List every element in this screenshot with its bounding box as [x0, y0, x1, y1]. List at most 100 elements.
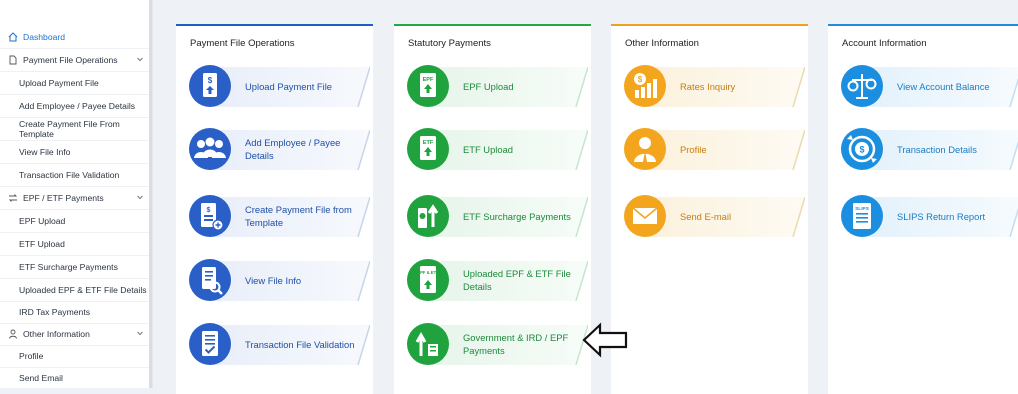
sidebar-item-upload-payment-file[interactable]: Upload Payment File — [0, 72, 152, 94]
sidebar-item-label: Transaction File Validation — [19, 170, 120, 180]
tile-send-email[interactable]: Send E-mail — [623, 194, 807, 238]
tile-label: View Account Balance — [897, 80, 990, 92]
sidebar-item-label: Add Employee / Payee Details — [19, 101, 136, 111]
sidebar-item-label: Create Payment File From Template — [19, 119, 120, 139]
profile-icon — [623, 127, 667, 171]
sidebar-scrollbar[interactable] — [149, 0, 152, 388]
sidebar-item-label: Other Information — [23, 329, 90, 339]
sidebar-item-transaction-file-validation[interactable]: Transaction File Validation — [0, 164, 152, 186]
sidebar: Dashboard Payment File Operations Upload… — [0, 0, 153, 388]
icon-badge-text: EPF — [423, 77, 434, 83]
tile-profile[interactable]: Profile — [623, 127, 807, 171]
sidebar-item-view-file-info[interactable]: View File Info — [0, 141, 152, 163]
tile-label: Uploaded EPF & ETF File Details — [463, 268, 571, 292]
etf-upload-icon: ETF — [406, 127, 450, 171]
tile-view-file-info[interactable]: View File Info — [188, 258, 372, 302]
balance-scale-icon — [840, 64, 884, 108]
transfer-icon — [8, 194, 18, 202]
sidebar-item-label: Profile — [19, 351, 44, 361]
report-icon: SLIPS — [840, 194, 884, 238]
sidebar-item-etf-surcharge-payments[interactable]: ETF Surcharge Payments — [0, 256, 152, 278]
sidebar-item-label: Dashboard — [23, 32, 66, 42]
sidebar-item-dashboard[interactable]: Dashboard — [0, 26, 152, 48]
validation-icon — [188, 322, 232, 366]
tile-label: Transaction Details — [897, 143, 977, 155]
sidebar-item-create-payment-file[interactable]: Create Payment File From Template — [0, 118, 152, 140]
tile-label: Create Payment File from Template — [245, 204, 352, 228]
tile-add-employee-payee-details[interactable]: Add Employee / Payee Details — [188, 127, 372, 171]
people-group-icon — [188, 127, 232, 171]
home-icon — [8, 32, 18, 42]
sidebar-section-other-information[interactable]: Other Information — [0, 323, 152, 345]
sidebar-item-label: EPF / ETF Payments — [23, 193, 104, 203]
sidebar-section-payment-file-operations[interactable]: Payment File Operations — [0, 49, 152, 71]
tile-label: View File Info — [245, 274, 302, 286]
sidebar-item-uploaded-epf-etf-file-details[interactable]: Uploaded EPF & ETF File Details — [0, 279, 152, 301]
tile-view-account-balance[interactable]: View Account Balance — [840, 64, 1018, 108]
tile-label: Government & IRD / EPF Payments — [463, 332, 569, 356]
pointer-arrow-icon — [582, 322, 628, 358]
rates-icon: $ — [623, 64, 667, 108]
chevron-down-icon — [137, 57, 143, 62]
sidebar-item-etf-upload[interactable]: ETF Upload — [0, 233, 152, 255]
svg-text:$: $ — [638, 75, 643, 84]
tile-create-payment-file-from-template[interactable]: $ Create Payment File from Template — [188, 194, 372, 238]
tile-etf-upload[interactable]: ETF ETF Upload — [406, 127, 590, 171]
transaction-icon: $ — [840, 127, 884, 171]
template-file-icon: $ — [188, 194, 232, 238]
sidebar-item-label: Send Email — [19, 373, 63, 383]
icon-badge-text: EPF & ETF — [417, 270, 439, 275]
tile-label: Upload Payment File — [245, 80, 333, 92]
government-payment-icon — [406, 322, 450, 366]
tile-rates-inquiry[interactable]: $ Rates Inquiry — [623, 64, 807, 108]
sidebar-item-label: Upload Payment File — [19, 78, 99, 88]
tile-label: Transaction File Validation — [245, 338, 355, 350]
tile-label: Rates Inquiry — [680, 80, 736, 92]
tile-upload-payment-file[interactable]: $ Upload Payment File — [188, 64, 372, 108]
tile-epf-upload[interactable]: EPF EPF Upload — [406, 64, 590, 108]
icon-badge-text: ETF — [423, 140, 434, 146]
sidebar-item-ird-tax-payments[interactable]: IRD Tax Payments — [0, 301, 152, 323]
tile-label: ETF Surcharge Payments — [463, 210, 571, 222]
person-icon — [9, 329, 17, 339]
tile-label: Send E-mail — [680, 210, 732, 222]
epf-upload-icon: EPF — [406, 64, 450, 108]
sidebar-item-epf-upload[interactable]: EPF Upload — [0, 210, 152, 232]
tile-government-ird-epf-payments[interactable]: Government & IRD / EPF Payments — [406, 322, 590, 366]
tile-label: Profile — [680, 143, 707, 155]
tile-transaction-details[interactable]: $ Transaction Details — [840, 127, 1018, 171]
panel-payment-file-operations: Payment File Operations $ Upload Payment… — [176, 24, 373, 394]
sidebar-item-label: Payment File Operations — [23, 55, 118, 65]
panel-title: Statutory Payments — [408, 38, 491, 49]
chevron-down-icon — [137, 195, 143, 200]
tile-label: Add Employee / Payee Details — [245, 137, 341, 161]
email-icon — [623, 194, 667, 238]
sidebar-item-label: View File Info — [19, 147, 71, 157]
upload-file-icon: $ — [188, 64, 232, 108]
panel-statutory-payments: Statutory Payments EPF EPF Upload ETF ET… — [394, 24, 591, 394]
tile-uploaded-epf-etf-file-details[interactable]: EPF & ETF Uploaded EPF & ETF File Detail… — [406, 258, 590, 302]
chevron-down-icon — [137, 331, 143, 336]
panel-title: Other Information — [625, 38, 699, 49]
sidebar-section-epf-etf-payments[interactable]: EPF / ETF Payments — [0, 187, 152, 209]
sidebar-item-label: Uploaded EPF & ETF File Details — [19, 285, 147, 295]
tile-slips-return-report[interactable]: SLIPS SLIPS Return Report — [840, 194, 1018, 238]
sidebar-item-label: EPF Upload — [19, 216, 66, 226]
svg-text:$: $ — [859, 145, 864, 155]
svg-text:$: $ — [208, 76, 213, 85]
sidebar-item-add-employee[interactable]: Add Employee / Payee Details — [0, 95, 152, 117]
surcharge-icon — [406, 194, 450, 238]
panel-other-information: Other Information $ Rates Inquiry Profil… — [611, 24, 808, 394]
file-icon — [9, 55, 17, 65]
panel-title: Account Information — [842, 38, 927, 49]
icon-badge-text: SLIPS — [855, 206, 870, 212]
tile-label: EPF Upload — [463, 80, 514, 92]
panel-account-information: Account Information View Account Balance… — [828, 24, 1018, 394]
sidebar-item-profile[interactable]: Profile — [0, 345, 152, 367]
tile-transaction-file-validation[interactable]: Transaction File Validation — [188, 322, 372, 366]
sidebar-item-label: ETF Surcharge Payments — [19, 262, 118, 272]
tile-etf-surcharge-payments[interactable]: ETF Surcharge Payments — [406, 194, 590, 238]
epf-etf-file-icon: EPF & ETF — [406, 258, 450, 302]
panel-title: Payment File Operations — [190, 38, 295, 49]
sidebar-item-send-email[interactable]: Send Email — [0, 367, 152, 389]
